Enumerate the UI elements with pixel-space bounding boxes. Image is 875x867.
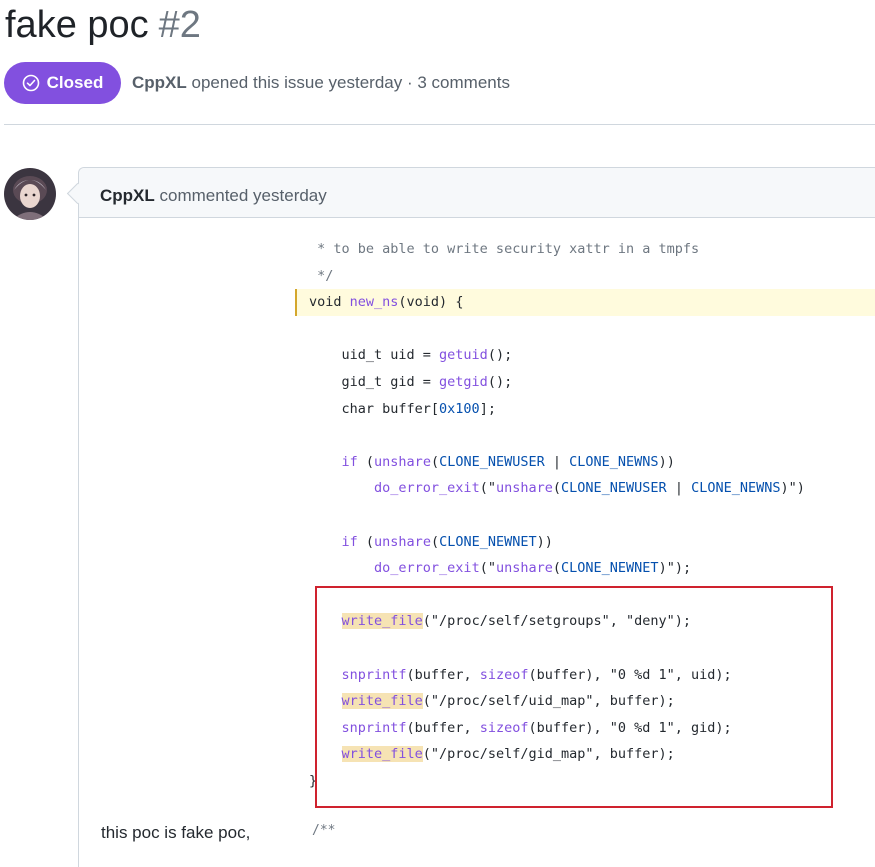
status-badge: Closed — [4, 62, 121, 104]
code-line: */ — [309, 267, 334, 284]
code-line: do_error_exit("unshare(CLONE_NEWUSER | C… — [374, 480, 805, 497]
issue-author-link[interactable]: CppXL — [132, 73, 187, 92]
check-circle-icon — [22, 74, 39, 92]
comment-author-link[interactable]: CppXL — [100, 186, 155, 205]
comment-header-text: CppXL commented yesterday — [100, 186, 327, 206]
code-line: gid_t gid = getgid(); — [309, 374, 513, 390]
issue-title-text: fake poc — [5, 4, 149, 46]
issue-number: #2 — [158, 4, 201, 46]
code-trailing-comment: /** — [312, 823, 336, 838]
avatar-image — [4, 168, 56, 220]
code-line: if (unshare(CLONE_NEWNET)) — [341, 533, 553, 550]
code-line: uid_t uid = getuid(); — [309, 347, 513, 364]
annotation-box — [315, 586, 833, 808]
issue-meta: CppXL opened this issue yesterday · 3 co… — [132, 73, 510, 93]
issue-title: fake poc #2 — [5, 2, 201, 48]
comment-body-text: this poc is fake poc, — [101, 823, 251, 842]
code-line: char buffer[0x100]; — [309, 400, 496, 417]
code-line: * to be able to write security xattr in … — [309, 241, 700, 257]
code-line: void new_ns(void) { — [309, 294, 464, 311]
issue-meta-text: opened this issue yesterday · 3 comments — [191, 73, 510, 92]
code-line: if (unshare(CLONE_NEWUSER | CLONE_NEWNS)… — [341, 453, 675, 470]
status-badge-label: Closed — [46, 73, 104, 92]
header-divider — [4, 124, 875, 125]
code-line: do_error_exit("unshare(CLONE_NEWNET)"); — [374, 560, 692, 577]
comment-timestamp[interactable]: commented yesterday — [160, 186, 327, 205]
avatar[interactable] — [4, 168, 56, 220]
